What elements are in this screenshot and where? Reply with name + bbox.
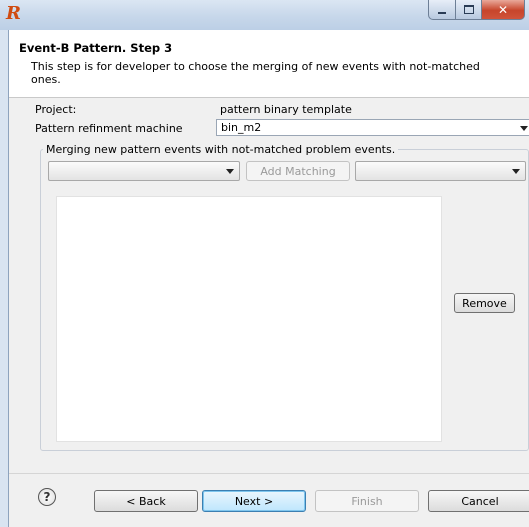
project-value: pattern binary template (220, 103, 352, 116)
back-button[interactable]: < Back (94, 490, 198, 512)
chevron-down-icon (512, 169, 520, 174)
remove-button[interactable]: Remove (454, 293, 515, 313)
finish-button[interactable]: Finish (315, 490, 419, 512)
project-label: Project: (35, 103, 77, 116)
machine-label: Pattern refinment machine (35, 122, 183, 135)
page-description: This step is for developer to choose the… (31, 60, 480, 86)
close-icon: ✕ (497, 2, 509, 17)
wizard-header: Event-B Pattern. Step 3 This step is for… (9, 30, 529, 98)
pattern-event-select[interactable] (48, 161, 240, 181)
footer-separator (9, 473, 529, 474)
rodin-app-icon: R (6, 3, 21, 24)
chevron-down-icon (520, 126, 528, 131)
matching-list[interactable] (56, 196, 442, 442)
page-title: Event-B Pattern. Step 3 (19, 41, 173, 55)
merging-group-title: Merging new pattern events with not-matc… (43, 143, 399, 156)
cancel-button[interactable]: Cancel (428, 490, 529, 512)
maximize-button[interactable] (455, 0, 481, 20)
help-icon[interactable]: ? (38, 488, 56, 506)
minimize-icon (438, 11, 446, 14)
chevron-down-icon (226, 169, 234, 174)
window-controls: ✕ (428, 0, 525, 22)
next-button[interactable]: Next > (202, 490, 306, 512)
machine-select[interactable]: bin_m2 (216, 119, 529, 136)
minimize-button[interactable] (428, 0, 455, 20)
wizard-dialog: Event-B Pattern. Step 3 This step is for… (8, 30, 529, 527)
add-matching-button[interactable]: Add Matching (246, 161, 350, 181)
problem-event-select[interactable] (355, 161, 526, 181)
close-button[interactable]: ✕ (481, 0, 525, 20)
machine-select-value: bin_m2 (221, 121, 262, 134)
maximize-icon (463, 5, 474, 14)
window-title-bar[interactable]: R ✕ (0, 0, 529, 30)
